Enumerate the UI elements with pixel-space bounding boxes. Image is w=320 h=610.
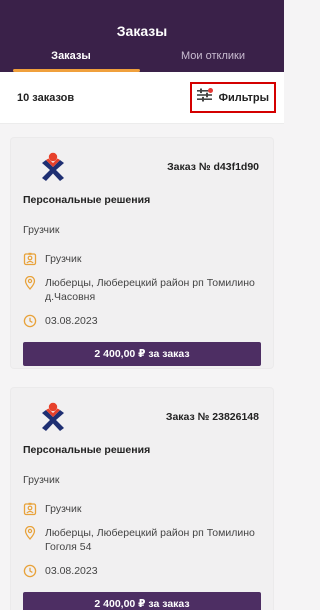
position-text: Грузчик [45,503,82,515]
position-row: Грузчик [23,502,261,516]
price-button[interactable]: 2 400,00 ₽ за заказ [23,342,261,366]
date-row: 03.08.2023 [23,564,261,578]
badge-icon [23,252,37,266]
badge-icon [23,502,37,516]
price-button[interactable]: 2 400,00 ₽ за заказ [23,592,261,610]
filters-button[interactable]: Фильтры [189,82,276,113]
order-card[interactable]: Заказ № d43f1d90 Персональные решения Гр… [11,138,273,368]
order-role: Грузчик [23,474,60,486]
order-number: Заказ № d43f1d90 [167,161,259,173]
location-pin-icon [23,525,37,540]
address-text: Люберцы, Люберецкий район рп Томилино д.… [45,277,255,303]
orders-list[interactable]: Заказ № d43f1d90 Персональные решения Гр… [0,124,284,610]
clock-icon [23,564,37,578]
date-text: 03.08.2023 [45,565,98,577]
clock-icon [23,314,37,328]
date-text: 03.08.2023 [45,315,98,327]
company-logo [39,152,67,182]
list-toolbar: 10 заказов Фильтры [0,72,284,124]
tab-orders[interactable]: Заказы [0,42,142,72]
order-number: Заказ № 23826148 [165,411,259,423]
sliders-icon [196,88,213,107]
filters-label: Фильтры [218,91,269,104]
tab-bar: Заказы Мои отклики [0,42,284,72]
order-card[interactable]: Заказ № 23826148 Персональные решения Гр… [11,388,273,610]
address-row: Люберцы, Люберецкий район рп Томилино д.… [23,275,261,304]
position-row: Грузчик [23,252,261,266]
page-title: Заказы [116,23,168,39]
address-text: Люберцы, Люберецкий район рп Томилино Го… [45,527,255,553]
tab-my-responses[interactable]: Мои отклики [142,42,284,72]
company-name: Персональные решения [23,444,151,456]
date-row: 03.08.2023 [23,314,261,328]
order-role: Грузчик [23,224,60,236]
company-logo [39,402,67,432]
position-text: Грузчик [45,253,82,265]
address-row: Люберцы, Люберецкий район рп Томилино Го… [23,525,261,554]
company-name: Персональные решения [23,194,151,206]
app-header: Заказы Заказы Мои отклики [0,0,284,72]
orders-count: 10 заказов [17,91,75,104]
location-pin-icon [23,275,37,290]
